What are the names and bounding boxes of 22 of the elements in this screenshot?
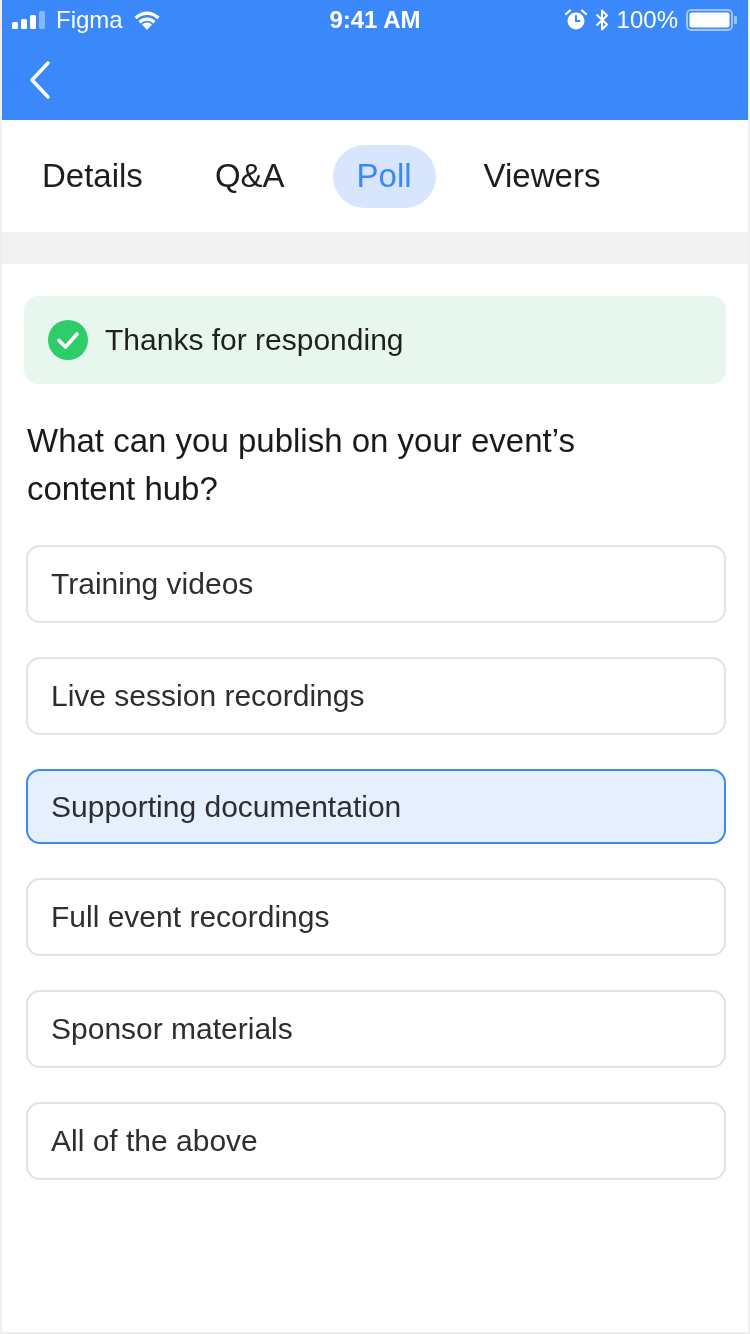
back-button[interactable] xyxy=(28,60,52,100)
tab[interactable]: Details xyxy=(18,144,167,208)
poll-option[interactable]: Training videos xyxy=(26,545,726,623)
carrier-name: Figma xyxy=(56,6,123,34)
signal-icon xyxy=(12,11,46,29)
poll-option[interactable]: Supporting documentation xyxy=(26,769,726,844)
wifi-icon xyxy=(132,10,161,30)
check-circle-icon xyxy=(48,320,88,360)
banner-text: Thanks for responding xyxy=(105,323,404,357)
poll-option[interactable]: Full event recordings xyxy=(26,878,726,956)
tab[interactable]: Q&A xyxy=(190,144,309,208)
poll-option[interactable]: All of the above xyxy=(26,1102,726,1180)
battery-percent: 100% xyxy=(616,6,678,34)
status-time: 9:41 AM xyxy=(329,6,421,34)
alarm-clock-icon xyxy=(564,9,587,31)
poll-option[interactable]: Sponsor materials xyxy=(26,990,726,1068)
poll-option[interactable]: Live session recordings xyxy=(26,657,726,735)
poll-question: What can you publish on your event’s content hub? xyxy=(27,421,576,509)
bluetooth-icon xyxy=(594,8,609,32)
tab[interactable]: Viewers xyxy=(459,144,625,208)
back-chevron-icon xyxy=(28,60,52,100)
battery-icon xyxy=(686,9,738,31)
